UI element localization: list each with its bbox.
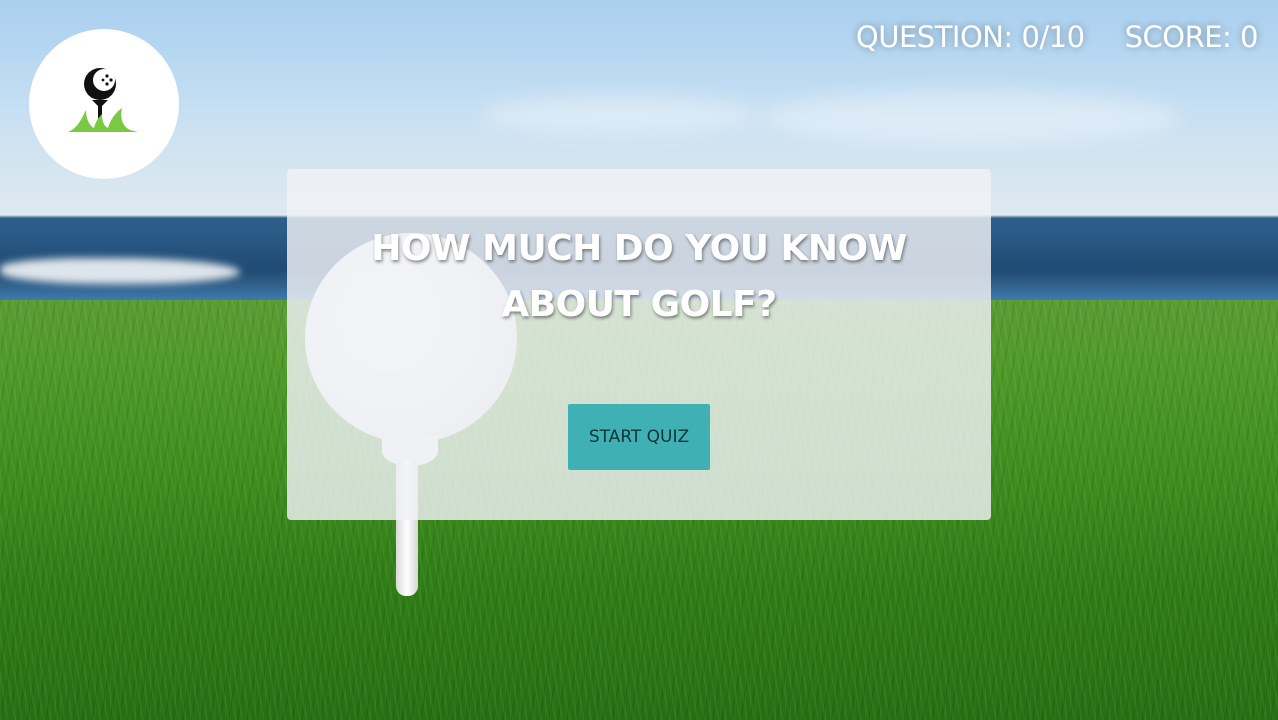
hud: QUESTION: 0/10 SCORE: 0: [855, 20, 1259, 54]
score-counter: SCORE: 0: [1124, 20, 1259, 54]
background-cloud: [480, 95, 760, 135]
question-counter: QUESTION: 0/10: [855, 20, 1085, 54]
quiz-card: HOW MUCH DO YOU KNOW ABOUT GOLF? START Q…: [287, 169, 991, 520]
quiz-title: HOW MUCH DO YOU KNOW ABOUT GOLF?: [371, 228, 907, 325]
start-quiz-button[interactable]: START QUIZ: [568, 404, 710, 470]
background-cloud: [760, 90, 1180, 145]
logo: [29, 29, 179, 179]
quiz-screen: QUESTION: 0/10 SCORE: 0 HOW MUCH DO YOU …: [0, 0, 1278, 720]
background-wave: [0, 258, 240, 284]
golf-ball-on-tee-icon: [68, 68, 138, 132]
